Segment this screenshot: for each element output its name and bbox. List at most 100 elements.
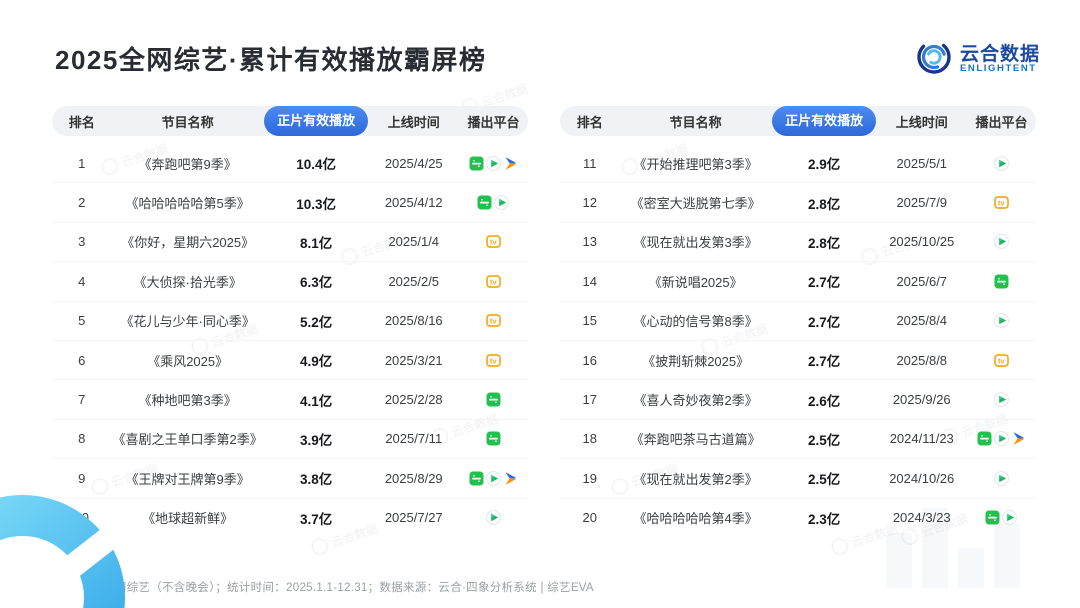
date-cell: 2025/7/27	[384, 510, 443, 526]
watermark-ring-icon	[309, 535, 331, 558]
rank-cell: 12	[582, 195, 597, 211]
table-row: 6 《乘风2025》 4.9亿 2025/3/21 tv	[52, 341, 528, 381]
platform-cell: tv	[967, 353, 1036, 368]
show-name-cell: 《大侦探·拾光季》	[133, 274, 242, 290]
mango-tv-icon: tv	[486, 313, 501, 328]
table-row: 2 《哈哈哈哈哈第5季》 10.3亿 2025/4/12	[52, 183, 528, 223]
mango-tv-icon: tv	[994, 195, 1009, 210]
plays-cell: 2.5亿	[808, 472, 841, 488]
header-plays: 正片有效播放	[772, 106, 877, 136]
tencent-video-icon	[994, 313, 1009, 329]
plays-cell: 10.4亿	[296, 157, 337, 173]
youku-icon	[503, 471, 518, 486]
show-name-cell: 《奔跑吧第9季》	[138, 156, 237, 172]
platform-cell	[967, 155, 1036, 171]
date-cell: 2024/10/26	[889, 470, 955, 486]
plays-header-pill: 正片有效播放	[772, 106, 877, 136]
date-cell: 2025/5/1	[896, 155, 948, 171]
rank-cell: 8	[78, 431, 86, 447]
plays-cell: 2.7亿	[808, 275, 841, 291]
platform-cell	[459, 431, 528, 446]
tencent-video-icon	[494, 195, 510, 210]
rank-cell: 16	[582, 352, 597, 368]
show-name-cell: 《乘风2025》	[147, 353, 229, 369]
show-name-cell: 《开始推理吧第3季》	[633, 156, 758, 172]
date-cell: 2025/8/29	[384, 470, 443, 486]
iqiyi-icon	[994, 274, 1009, 289]
tencent-video-icon	[486, 155, 501, 171]
rank-cell: 6	[78, 352, 86, 368]
platform-cell	[967, 431, 1036, 447]
date-cell: 2025/8/16	[384, 313, 443, 329]
header-show-name: 节目名称	[161, 114, 214, 130]
table-row: 7 《种地吧第3季》 4.1亿 2025/2/28	[52, 380, 528, 420]
rank-cell: 4	[78, 273, 86, 289]
date-cell: 2025/2/5	[388, 273, 440, 289]
ring-hole	[0, 536, 84, 608]
iqiyi-icon	[477, 195, 492, 210]
youku-icon	[1011, 431, 1026, 446]
header-platform: 播出平台	[975, 114, 1028, 130]
table-row: 5 《花儿与少年·同心季》 5.2亿 2025/8/16 tv	[52, 302, 528, 341]
svg-text:tv: tv	[490, 356, 497, 365]
show-name-cell: 《披荆斩棘2025》	[642, 353, 750, 369]
page-title: 2025全网综艺·累计有效播放霸屏榜	[55, 45, 487, 75]
brand-logo: 云合数据 ENLIGHTENT	[915, 38, 1040, 81]
show-name-cell: 《哈哈哈哈哈第5季》	[125, 196, 250, 212]
watermark-ring-icon	[829, 535, 851, 558]
mango-tv-icon: tv	[486, 234, 501, 249]
show-name-cell: 《种地吧第3季》	[138, 393, 237, 409]
tencent-video-icon	[486, 510, 501, 526]
table-row: 10《地球超新鲜》3.7亿2025/7/27	[52, 499, 528, 537]
ranking-tables: 排名 节目名称 正片有效播放 上线时间 播出平台 1 《奔跑吧第9季》 10.4亿 2…	[52, 106, 1036, 537]
show-name-cell: 《喜人奇妙夜第2季》	[633, 393, 758, 409]
platform-cell	[967, 510, 1036, 526]
show-name-cell: 《新说唱2025》	[648, 274, 743, 290]
iqiyi-icon	[469, 156, 484, 171]
date-cell: 2025/6/7	[896, 273, 948, 289]
platform-cell	[967, 313, 1036, 329]
tencent-video-icon	[486, 470, 501, 486]
rank-cell: 14	[582, 273, 597, 289]
brand-name-en: ENLIGHTENT	[959, 63, 1037, 75]
platform-cell	[967, 274, 1036, 289]
plays-cell: 3.8亿	[300, 472, 333, 488]
svg-text:tv: tv	[490, 238, 497, 247]
iqiyi-icon	[486, 392, 501, 407]
rank-cell: 19	[582, 470, 597, 486]
plays-cell: 3.7亿	[300, 511, 333, 527]
header-rank: 排名	[576, 114, 603, 130]
rank-cell: 9	[78, 470, 86, 486]
platform-cell	[459, 470, 528, 486]
svg-text:tv: tv	[998, 199, 1005, 208]
date-cell: 2025/4/25	[384, 155, 443, 171]
rank-cell: 13	[582, 234, 597, 250]
date-cell: 2025/2/28	[384, 392, 443, 408]
plays-cell: 8.1亿	[300, 235, 333, 251]
svg-text:tv: tv	[998, 356, 1005, 365]
platform-cell	[967, 470, 1036, 486]
plays-cell: 2.8亿	[808, 235, 841, 251]
rank-cell: 11	[583, 155, 597, 171]
plays-cell: 2.7亿	[808, 314, 841, 330]
plays-cell: 2.3亿	[808, 511, 841, 527]
date-cell: 2024/11/23	[889, 431, 954, 447]
iqiyi-icon	[977, 431, 992, 446]
platform-cell: tv	[459, 234, 528, 249]
platform-cell: tv	[459, 313, 528, 328]
platform-cell: tv	[967, 195, 1036, 210]
rank-cell: 15	[582, 313, 597, 329]
tencent-video-icon	[994, 470, 1009, 486]
header-plays: 正片有效播放	[264, 106, 369, 136]
date-cell: 2024/3/23	[892, 510, 951, 526]
rank-table-left: 排名 节目名称 正片有效播放 上线时间 播出平台 1 《奔跑吧第9季》 10.4亿 2…	[52, 106, 528, 537]
rank-cell: 20	[582, 510, 597, 526]
table-row: 12 《密室大逃脱第七季》 2.8亿 2025/7/9 tv	[560, 183, 1036, 223]
footer-note: 统计范围：全网综艺（不含晚会）；统计时间：2025.1.1-12.31；数据来源…	[44, 582, 594, 594]
date-cell: 2025/7/11	[385, 431, 443, 447]
mango-tv-icon: tv	[486, 353, 501, 368]
platform-cell: tv	[459, 353, 528, 368]
table-header: 排名 节目名称 正片有效播放 上线时间 播出平台	[560, 106, 1036, 136]
table-row: 17 《喜人奇妙夜第2季》 2.6亿 2025/9/26	[560, 380, 1036, 420]
brand-name-cn: 云合数据	[959, 43, 1040, 65]
